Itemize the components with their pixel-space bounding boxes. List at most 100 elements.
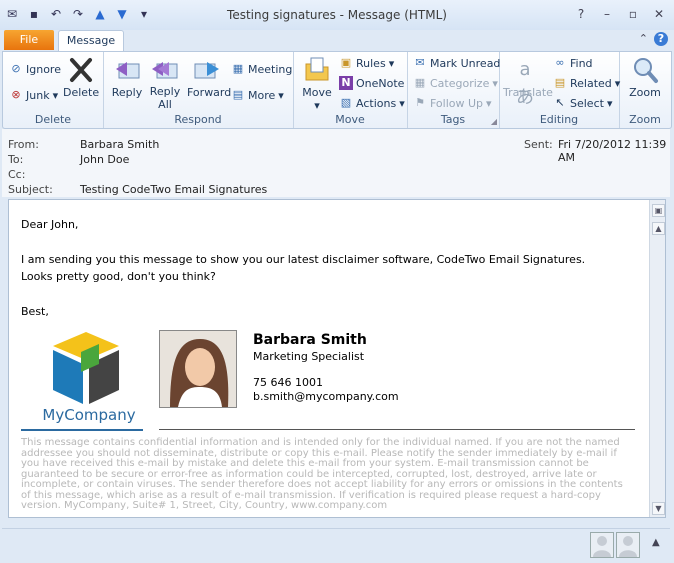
- related-icon: ▤: [554, 76, 566, 89]
- ignore-button[interactable]: ⊘ Ignore: [9, 62, 61, 76]
- find-button[interactable]: ∞ Find: [553, 56, 593, 70]
- delete-icon: [70, 58, 92, 82]
- settings-icon[interactable]: ▣: [652, 204, 665, 217]
- rules-button[interactable]: ▣ Rules ▾: [339, 56, 394, 70]
- reply-all-button[interactable]: Reply All: [147, 56, 183, 111]
- recipient-avatar[interactable]: [616, 532, 640, 558]
- translate-button[interactable]: aあ Translate: [503, 56, 553, 108]
- to-label: To:: [8, 153, 24, 166]
- close-icon[interactable]: ✕: [650, 6, 668, 22]
- reply-icon: [116, 62, 140, 79]
- scroll-down-icon[interactable]: ▼: [652, 502, 665, 515]
- onenote-button[interactable]: N OneNote: [339, 76, 404, 90]
- move-group-label: Move: [335, 113, 365, 126]
- forward-icon: [194, 62, 219, 79]
- chevron-down-icon: ▾: [492, 76, 498, 90]
- help-window-icon[interactable]: ?: [572, 6, 590, 22]
- tab-message[interactable]: Message: [58, 30, 124, 52]
- categorize-label: Categorize: [430, 76, 490, 90]
- cursor-icon: ↖: [555, 96, 565, 109]
- sent-label: Sent:: [524, 138, 553, 151]
- delete-label: Delete: [63, 86, 100, 99]
- editing-group: aあ Translate ∞ Find ▤ Related ▾ ↖ Select…: [499, 52, 620, 128]
- binoculars-icon: ∞: [555, 56, 565, 69]
- greeting: Dear John,: [21, 218, 79, 231]
- disclaimer-text: This message contains confidential infor…: [21, 437, 623, 511]
- closing: Best,: [21, 304, 49, 318]
- actions-icon: ▧: [340, 96, 352, 109]
- editing-group-label: Editing: [539, 113, 579, 126]
- related-button[interactable]: ▤ Related ▾: [553, 76, 621, 90]
- dialog-launcher-icon[interactable]: ◢: [491, 117, 497, 126]
- tags-group: ✉ Mark Unread ▦ Categorize ▾ ⚑ Follow Up…: [407, 52, 500, 128]
- categorize-icon: ▦: [414, 76, 426, 89]
- logo-underline: [21, 429, 143, 431]
- mark-unread-button[interactable]: ✉ Mark Unread: [413, 56, 500, 70]
- mark-unread-label: Mark Unread: [430, 56, 501, 70]
- to-value[interactable]: John Doe: [80, 153, 129, 166]
- junk-label: Junk: [26, 88, 50, 102]
- meeting-button[interactable]: ▦ Meeting: [231, 62, 293, 76]
- select-label: Select: [570, 96, 604, 110]
- help-icon[interactable]: ?: [654, 32, 668, 46]
- title-bar: ✉ ▪ ↶ ↷ ▲ ▼ ▾ Testing signatures - Messa…: [0, 0, 674, 30]
- delete-group-label: Delete: [34, 113, 72, 126]
- chevron-down-icon: ▾: [278, 88, 284, 102]
- zoom-group: Zoom Zoom: [619, 52, 671, 128]
- translate-label: Translate: [503, 86, 553, 99]
- person-icon: [619, 536, 637, 557]
- sender-avatar[interactable]: [590, 532, 614, 558]
- follow-up-button[interactable]: ⚑ Follow Up ▾: [413, 96, 492, 110]
- message-header: From: Barbara Smith To: John Doe Cc: Sub…: [2, 129, 670, 197]
- onenote-icon: N: [339, 76, 353, 90]
- reply-label: Reply: [111, 86, 143, 99]
- junk-button[interactable]: ⊗ Junk ▾: [9, 88, 58, 102]
- chevron-down-icon: ▾: [399, 96, 405, 110]
- chevron-down-icon: ▾: [606, 96, 613, 110]
- collapse-ribbon-icon[interactable]: ⌃: [639, 32, 648, 46]
- signature-phone: 75 646 1001: [253, 376, 323, 389]
- magnifier-icon: [634, 58, 658, 83]
- more-button[interactable]: ▤ More ▾: [231, 88, 284, 102]
- signature-email[interactable]: b.smith@mycompany.com: [253, 390, 399, 403]
- more-icon: ▤: [232, 88, 244, 101]
- chevron-down-icon: ▾: [52, 88, 59, 102]
- minimize-icon[interactable]: –: [598, 6, 616, 22]
- signature-name: Barbara Smith: [253, 332, 367, 348]
- meeting-label: Meeting: [248, 62, 293, 76]
- from-value[interactable]: Barbara Smith: [80, 138, 159, 151]
- scroll-up-icon[interactable]: ▲: [652, 222, 665, 235]
- ignore-icon: ⊘: [11, 62, 21, 75]
- categorize-button[interactable]: ▦ Categorize ▾: [413, 76, 498, 90]
- respond-group-label: Respond: [174, 113, 222, 126]
- follow-up-label: Follow Up: [430, 96, 484, 110]
- find-label: Find: [570, 56, 593, 70]
- zoom-button[interactable]: Zoom: [625, 56, 665, 99]
- move-button[interactable]: Move ▾: [299, 56, 335, 112]
- rules-icon: ▣: [340, 56, 352, 69]
- chevron-down-icon: ▾: [486, 96, 492, 110]
- forward-button[interactable]: Forward: [187, 56, 231, 99]
- signature-role: Marketing Specialist: [253, 350, 365, 363]
- delete-button[interactable]: Delete: [63, 56, 99, 99]
- reply-button[interactable]: Reply: [109, 56, 145, 99]
- more-label: More: [248, 88, 276, 102]
- chevron-down-icon: ▾: [314, 99, 320, 112]
- select-button[interactable]: ↖ Select ▾: [553, 96, 612, 110]
- profile-photo: [159, 330, 237, 408]
- body-line-1: I am sending you this message to show yo…: [21, 252, 586, 266]
- translate-icon: aあ: [516, 59, 534, 108]
- expand-pane-icon[interactable]: ▲: [652, 537, 660, 548]
- restore-icon[interactable]: ▫: [624, 6, 642, 22]
- move-folder-icon: [305, 57, 329, 81]
- actions-button[interactable]: ▧ Actions ▾: [339, 96, 405, 110]
- forward-label: Forward: [187, 86, 232, 99]
- people-pane-bar: ▲: [2, 528, 670, 562]
- envelope-icon: ✉: [415, 56, 425, 69]
- tab-file[interactable]: File: [4, 30, 54, 50]
- company-name: MyCompany: [42, 406, 136, 424]
- flag-icon: ⚑: [415, 96, 425, 109]
- vertical-scrollbar[interactable]: ▣ ▲ ▼: [649, 200, 665, 517]
- from-label: From:: [8, 138, 39, 151]
- person-photo-icon: [160, 331, 236, 407]
